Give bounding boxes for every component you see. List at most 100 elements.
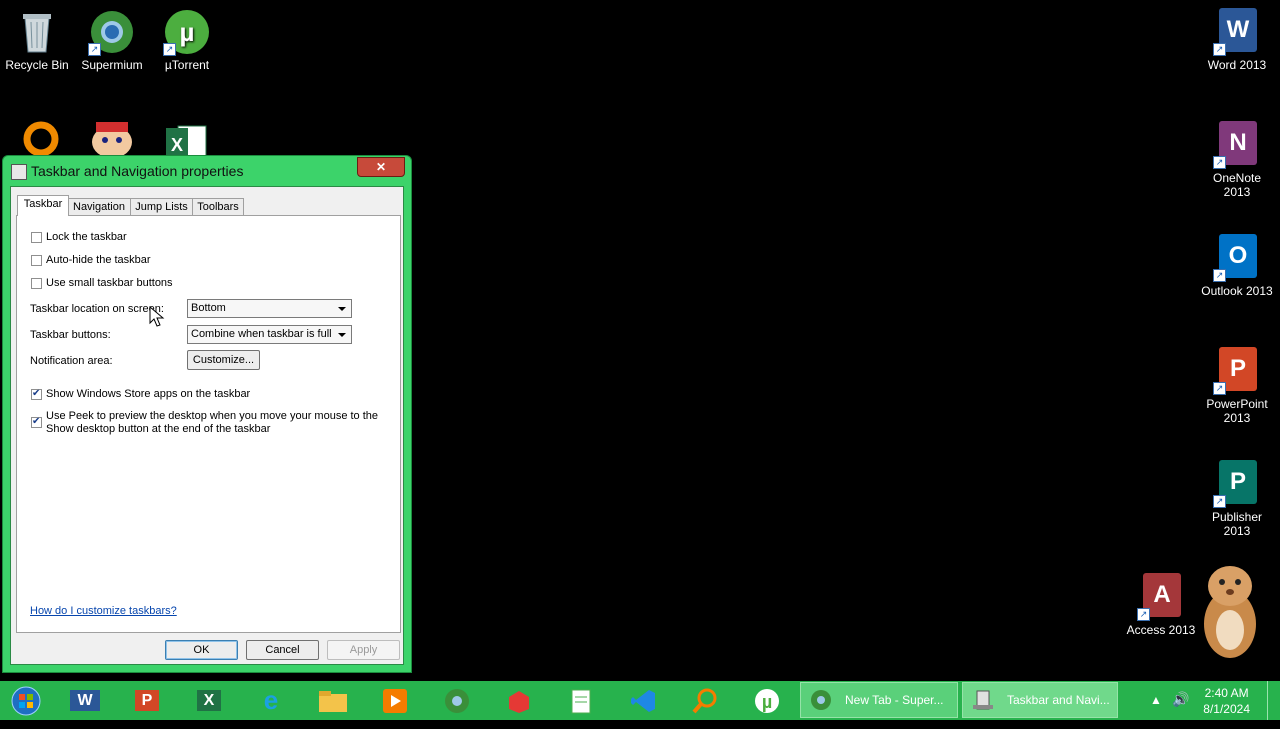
close-button[interactable]: ✕ — [357, 157, 405, 177]
tab-jump-lists[interactable]: Jump Lists — [130, 198, 193, 216]
desktop-icon-supermium[interactable]: ↗ Supermium — [75, 0, 149, 72]
mouse-cursor-icon — [149, 305, 165, 331]
shortcut-arrow-icon: ↗ — [88, 43, 101, 56]
dialog-title: Taskbar and Navigation properties — [31, 163, 244, 179]
lock-taskbar-label[interactable]: Lock the taskbar — [46, 231, 127, 243]
powerpoint-icon: P ↗ — [1213, 347, 1261, 395]
clock-time: 2:40 AM — [1204, 686, 1249, 700]
desktop-icon-label: PowerPoint 2013 — [1206, 397, 1268, 425]
autohide-checkbox[interactable] — [31, 255, 42, 266]
show-desktop-button[interactable] — [1267, 681, 1280, 720]
access-icon: A ↗ — [1137, 573, 1185, 621]
shortcut-arrow-icon: ↗ — [1213, 43, 1226, 56]
taskbar-task-properties[interactable]: Taskbar and Navi... — [962, 682, 1118, 718]
taskbar-buttons-label: Taskbar buttons: — [30, 329, 111, 341]
small-buttons-label[interactable]: Use small taskbar buttons — [46, 277, 173, 289]
desktop-icon-label: Word 2013 — [1207, 58, 1267, 72]
location-dropdown[interactable]: Bottom — [187, 299, 352, 318]
publisher-icon: P ↗ — [1213, 460, 1261, 508]
hamster-mascot-icon — [1196, 560, 1262, 660]
store-apps-checkbox[interactable] — [31, 388, 42, 400]
powerpoint-taskbar-icon[interactable]: P — [125, 684, 169, 717]
internet-explorer-icon[interactable]: e — [249, 684, 293, 717]
shortcut-arrow-icon: ↗ — [1213, 269, 1226, 282]
shortcut-arrow-icon: ↗ — [1213, 495, 1226, 508]
word-taskbar-icon[interactable]: W — [63, 684, 107, 717]
desktop-icon-recycle-bin[interactable]: Recycle Bin — [0, 0, 74, 72]
customize-button[interactable]: Customize... — [187, 350, 260, 370]
show-hidden-icons-icon[interactable]: ▲ — [1150, 693, 1162, 707]
tab-navigation[interactable]: Navigation — [67, 198, 131, 216]
desktop-icon-powerpoint[interactable]: P ↗ PowerPoint 2013 — [1200, 339, 1274, 425]
mario-icon[interactable] — [88, 118, 136, 158]
desktop-icon-outlook[interactable]: O ↗ Outlook 2013 — [1200, 226, 1274, 298]
taskbar: W P X e µ New Tab - Super... Taskbar and… — [0, 681, 1280, 720]
start-button[interactable] — [4, 684, 48, 717]
dialog-titlebar[interactable]: Taskbar and Navigation properties ✕ — [3, 156, 411, 186]
ok-button[interactable]: OK — [165, 640, 238, 660]
autohide-label[interactable]: Auto-hide the taskbar — [46, 254, 151, 266]
taskbar-task-new-tab[interactable]: New Tab - Super... — [800, 682, 958, 718]
notification-area-label: Notification area: — [30, 355, 113, 367]
excel-icon[interactable]: X — [164, 122, 208, 159]
desktop-icon-onenote[interactable]: N ↗ OneNote 2013 — [1200, 113, 1274, 199]
orange-ring-icon[interactable] — [22, 120, 60, 158]
taskbar-properties-dialog: Taskbar and Navigation properties ✕ Task… — [2, 155, 412, 673]
location-value: Bottom — [191, 302, 226, 314]
peek-label-line1[interactable]: Use Peek to preview the desktop when you… — [46, 410, 378, 422]
supermium-icon — [809, 689, 833, 711]
svg-text:µ: µ — [762, 692, 772, 712]
taskbar-buttons-dropdown[interactable]: Combine when taskbar is full — [187, 325, 352, 344]
desktop-icon-word[interactable]: W ↗ Word 2013 — [1200, 0, 1274, 72]
search-tool-icon[interactable] — [683, 684, 727, 717]
word-icon: W ↗ — [1213, 8, 1261, 56]
recycle-bin-icon — [13, 8, 61, 56]
utorrent-taskbar-icon[interactable]: µ — [745, 684, 789, 717]
peek-checkbox[interactable] — [31, 416, 42, 428]
supermium-taskbar-icon[interactable] — [435, 684, 479, 717]
excel-taskbar-icon[interactable]: X — [187, 684, 231, 717]
vscode-icon[interactable] — [621, 684, 665, 717]
desktop-icon-utorrent[interactable]: µ ↗ µTorrent — [150, 0, 224, 72]
store-apps-label[interactable]: Show Windows Store apps on the taskbar — [46, 388, 250, 400]
apply-button[interactable]: Apply — [327, 640, 400, 660]
desktop-icon-publisher[interactable]: P ↗ Publisher 2013 — [1200, 452, 1274, 538]
desktop-icon-label: Supermium — [81, 58, 143, 72]
taskbar-properties-icon — [971, 689, 995, 711]
notepad-plus-icon[interactable] — [559, 684, 603, 717]
svg-text:µ: µ — [180, 17, 195, 47]
help-link[interactable]: How do I customize taskbars? — [30, 605, 177, 617]
supermium-icon: ↗ — [88, 8, 136, 56]
taskbar-buttons-value: Combine when taskbar is full — [191, 328, 332, 340]
utorrent-icon: µ ↗ — [163, 8, 211, 56]
outlook-icon: O ↗ — [1213, 234, 1261, 282]
desktop-icon-label: Access 2013 — [1126, 623, 1196, 637]
desktop-icon-label: µTorrent — [164, 58, 210, 72]
tab-taskbar[interactable]: Taskbar — [17, 195, 69, 216]
shortcut-arrow-icon: ↗ — [163, 43, 176, 56]
red-box-icon[interactable] — [497, 684, 541, 717]
volume-icon[interactable]: 🔊 — [1172, 691, 1189, 708]
location-label: Taskbar location on screen: — [30, 303, 164, 315]
peek-label-line2[interactable]: Show desktop button at the end of the ta… — [46, 423, 270, 435]
shortcut-arrow-icon: ↗ — [1137, 608, 1150, 621]
tab-toolbars[interactable]: Toolbars — [192, 198, 244, 216]
dropdown-arrow-icon — [338, 333, 346, 337]
onenote-icon: N ↗ — [1213, 121, 1261, 169]
svg-text:X: X — [171, 135, 183, 155]
system-clock[interactable]: 2:40 AM 8/1/2024 — [1203, 685, 1250, 717]
taskbar-properties-icon — [11, 164, 27, 180]
desktop-icon-label: Publisher 2013 — [1211, 510, 1263, 538]
task-label: New Tab - Super... — [845, 693, 944, 707]
shortcut-arrow-icon: ↗ — [1213, 156, 1226, 169]
task-label: Taskbar and Navi... — [1007, 693, 1110, 707]
media-player-icon[interactable] — [373, 684, 417, 717]
cancel-button[interactable]: Cancel — [246, 640, 319, 660]
dialog-client-area: Taskbar Navigation Jump Lists Toolbars L… — [10, 186, 404, 665]
lock-taskbar-checkbox[interactable] — [31, 232, 42, 243]
small-buttons-checkbox[interactable] — [31, 278, 42, 289]
desktop-icon-access[interactable]: A ↗ Access 2013 — [1124, 565, 1198, 637]
shortcut-arrow-icon: ↗ — [1213, 382, 1226, 395]
file-explorer-icon[interactable] — [311, 684, 355, 717]
dropdown-arrow-icon — [338, 307, 346, 311]
